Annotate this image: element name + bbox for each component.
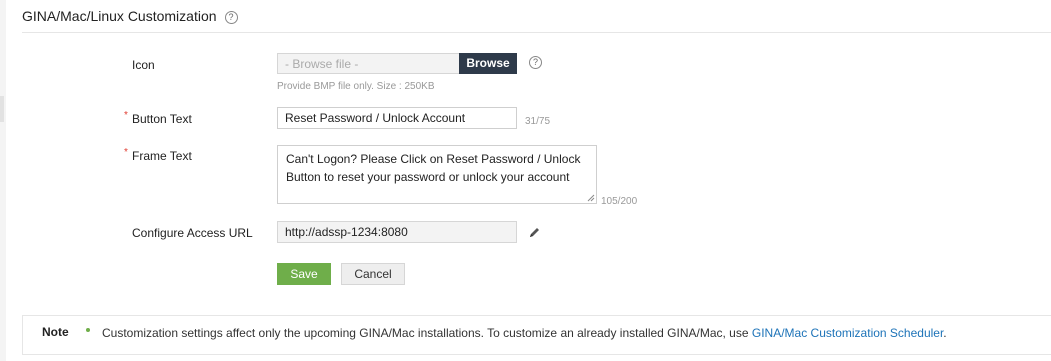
note-text: Customization settings affect only the u… (102, 326, 947, 340)
pencil-icon[interactable] (528, 226, 541, 239)
left-rail (0, 0, 6, 361)
browse-button[interactable]: Browse (459, 53, 517, 74)
header-divider (22, 32, 1051, 33)
access-url-input: http://adssp-1234:8080 (277, 221, 517, 243)
resize-grip-icon[interactable] (587, 194, 595, 202)
section-title: GINA/Mac/Linux Customization (22, 8, 217, 24)
note-trailing: . (943, 326, 947, 340)
icon-help-icon[interactable]: ? (529, 56, 542, 69)
frame-text-label: Frame Text (132, 149, 192, 163)
frame-text-counter: 105/200 (601, 196, 638, 207)
button-text-label: Button Text (132, 112, 192, 126)
icon-label: Icon (132, 58, 155, 72)
scheduler-link[interactable]: GINA/Mac Customization Scheduler (752, 326, 943, 340)
frame-text-textarea[interactable]: Can't Logon? Please Click on Reset Passw… (277, 145, 597, 204)
note-message: Customization settings affect only the u… (102, 326, 749, 340)
required-marker: * (124, 147, 128, 158)
help-icon[interactable]: ? (224, 10, 238, 24)
rail-marker (0, 96, 4, 122)
required-marker: * (124, 110, 128, 121)
button-text-input[interactable] (277, 107, 517, 129)
save-button[interactable]: Save (277, 263, 331, 285)
icon-hint: Provide BMP file only. Size : 250KB (277, 81, 435, 92)
note-bullet (86, 328, 90, 332)
section-header: GINA/Mac/Linux Customization ? (22, 8, 238, 24)
access-url-label: Configure Access URL (132, 226, 253, 240)
icon-file-input[interactable]: - Browse file - (277, 53, 459, 74)
note-title: Note (42, 325, 69, 339)
cancel-button[interactable]: Cancel (341, 263, 405, 285)
button-text-counter: 31/75 (525, 116, 551, 127)
